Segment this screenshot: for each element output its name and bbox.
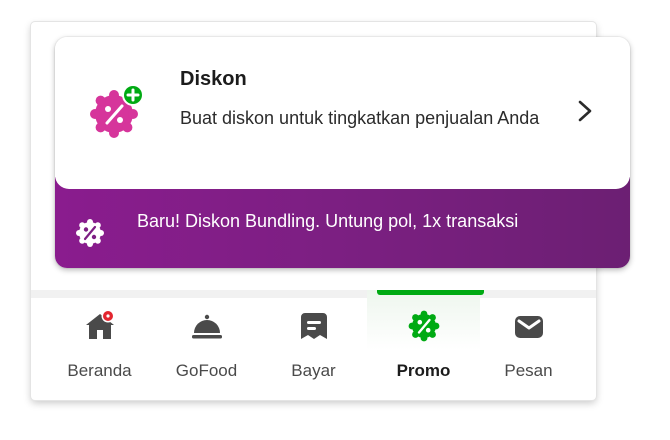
nav-item-promo[interactable]: Promo (367, 290, 484, 390)
nav-item-gofood[interactable]: GoFood (150, 290, 263, 390)
banner-text: Baru! Diskon Bundling. Untung pol, 1x tr… (137, 211, 519, 231)
nav-label: Pesan (504, 361, 553, 380)
discount-card-header[interactable]: Diskon Buat diskon untuk tingkatkan penj… (55, 37, 630, 189)
nav-item-beranda[interactable]: Beranda (43, 290, 156, 390)
home-icon (85, 309, 114, 339)
percent-badge-icon (76, 219, 104, 247)
nav-label: Beranda (67, 361, 132, 380)
screen: Diskon Buat diskon untuk tingkatkan penj… (0, 0, 670, 440)
nav-label: Bayar (291, 361, 336, 380)
card-title: Diskon (180, 68, 247, 90)
card-description: Buat diskon untuk tingkatkan penjualan A… (180, 108, 540, 128)
bundling-banner[interactable]: Baru! Diskon Bundling. Untung pol, 1x tr… (55, 177, 630, 268)
discount-card[interactable]: Diskon Buat diskon untuk tingkatkan penj… (55, 37, 630, 268)
nav-label: Promo (396, 361, 451, 380)
nav-label: GoFood (175, 361, 238, 380)
bottom-navigation: Beranda GoFood Bayar Promo Pesan (31, 290, 596, 400)
nav-item-pesan[interactable]: Pesan (472, 290, 585, 390)
active-tab-indicator (377, 290, 484, 295)
mail-icon (514, 316, 543, 338)
discount-badge-plus-icon (90, 84, 144, 138)
promo-badge-icon (408, 310, 439, 342)
chevron-right-icon[interactable] (573, 98, 597, 124)
nav-item-bayar[interactable]: Bayar (257, 290, 370, 390)
food-cloche-icon (191, 314, 222, 339)
payment-icon (300, 313, 327, 339)
